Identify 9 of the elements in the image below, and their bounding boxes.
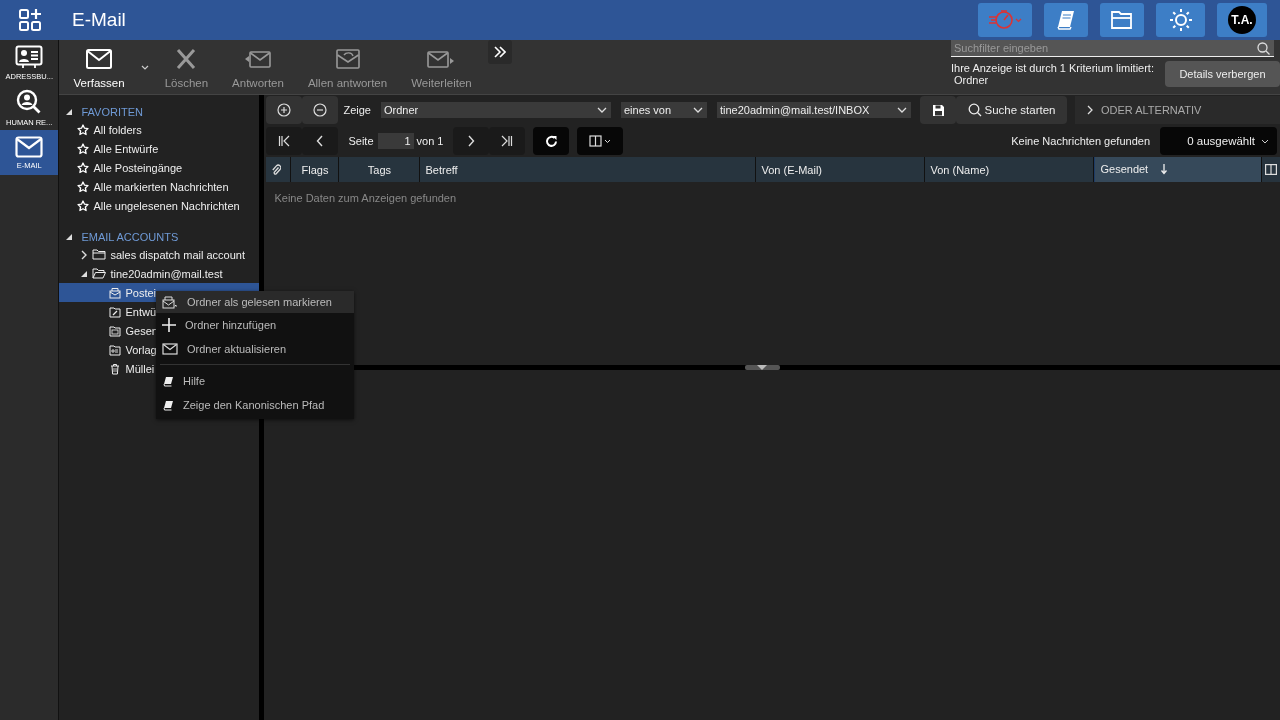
filter-criterion: Ordner [953,74,990,86]
filter-notice: Ihre Anzeige ist durch 1 Kriterium limitiert: [951,62,1155,74]
filter-label: Zeige [343,104,371,116]
app-title: E-Mail [72,9,126,31]
page-label: Seite [348,135,374,147]
page-count: von 1 [416,135,444,147]
status-text: Keine Nachrichten gefunden [1011,135,1150,147]
empty-message: Keine Daten zum Anzeigen gefunden [274,192,457,204]
user-avatar: T.A. [1228,6,1256,34]
